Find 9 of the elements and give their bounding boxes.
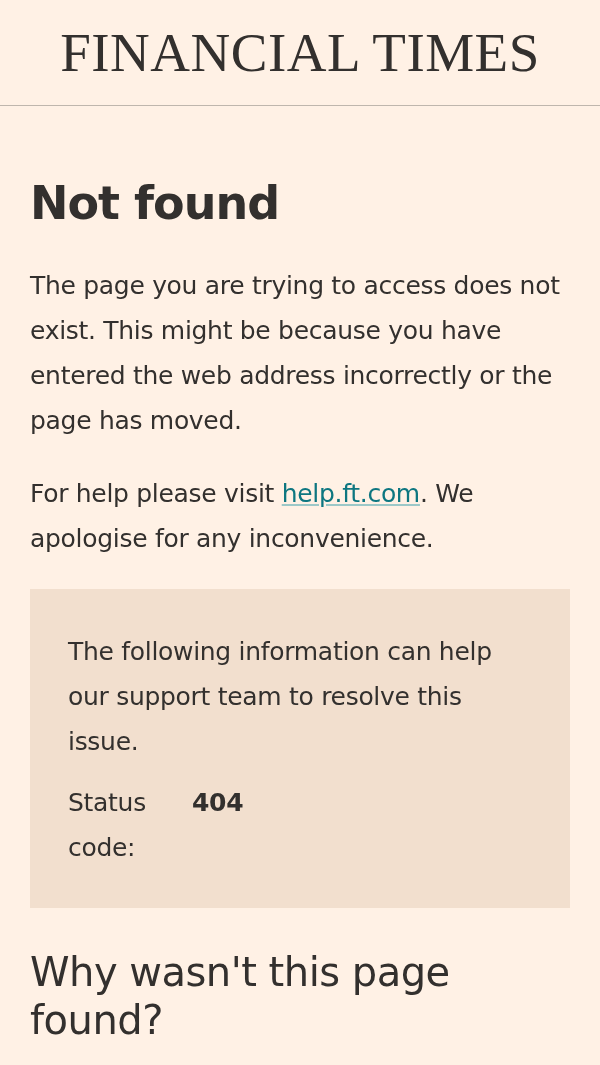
paragraph: The page you are trying to access does not exist. This might be because you have entered the web address incorrectly or the page has moved. — [30, 270, 561, 438]
page-title: Not found — [30, 176, 281, 232]
field-value: 404 — [192, 787, 244, 820]
info-text: The following information can help our support team to resolve this issue. — [68, 636, 493, 759]
section-heading: Why wasn't this page found? — [30, 948, 451, 1045]
field-label: Status code: — [68, 787, 147, 865]
logo-text[interactable]: FINANCIAL TIMES — [60, 25, 540, 80]
help-paragraph: For help please visit help.ft.com. We apologise for any inconvenience. — [30, 478, 475, 556]
help-link[interactable]: help.ft.com — [281, 479, 420, 509]
